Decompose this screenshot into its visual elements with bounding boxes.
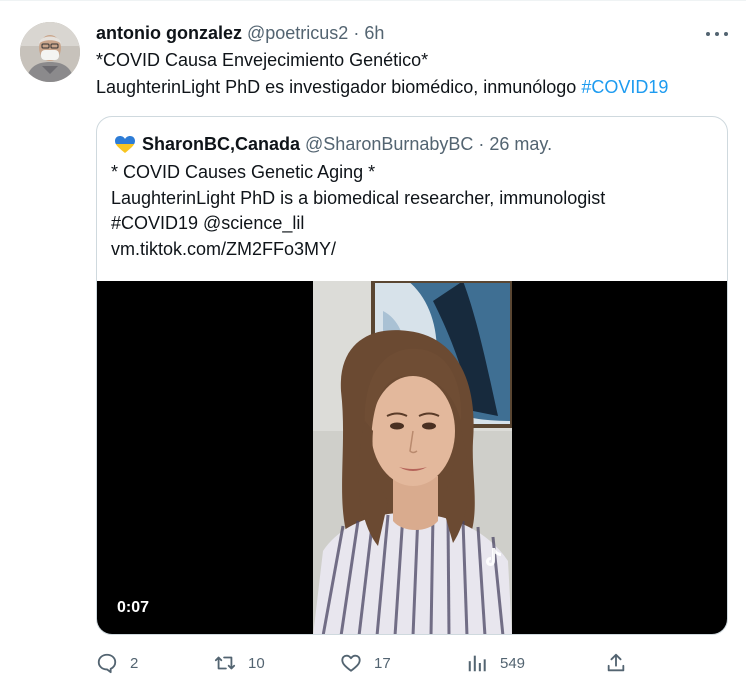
author-name[interactable]: antonio gonzalez [96, 19, 242, 47]
like-count: 17 [374, 654, 391, 672]
share-button[interactable] [605, 652, 639, 674]
retweet-icon [214, 656, 236, 670]
hashtag-link[interactable]: #COVID19 [581, 77, 668, 97]
views-count: 549 [500, 654, 526, 672]
quoted-text-line: LaughterinLight PhD is a biomedical rese… [111, 187, 606, 208]
quoted-author-handle[interactable]: @SharonBurnabyBC [305, 131, 473, 157]
retweet-button[interactable]: 10 [214, 652, 265, 674]
quoted-tweet[interactable]: SharonBC,Canada @SharonBurnabyBC · 26 ma… [96, 116, 728, 635]
tweet-timestamp[interactable]: 6h [364, 19, 384, 47]
analytics-bar-chart-icon [468, 655, 486, 672]
video-duration: 0:07 [117, 599, 150, 616]
quoted-text-link[interactable]: vm.tiktok.com/ZM2FFo3MY/ [111, 237, 711, 263]
video-thumbnail [313, 281, 512, 634]
more-options-icon[interactable] [706, 25, 728, 43]
author-handle[interactable]: @poetricus2 [247, 19, 348, 47]
tweet-text-line: *COVID Causa Envejecimiento Genético* [96, 50, 429, 70]
heart-icon [341, 654, 361, 672]
reply-count: 2 [130, 654, 139, 672]
like-button[interactable]: 17 [340, 652, 391, 674]
separator-dot: · [353, 23, 360, 43]
quoted-text-line: * COVID Causes Genetic Aging * [111, 162, 376, 182]
blue-yellow-heart-icon [115, 135, 135, 153]
quoted-author-name[interactable]: SharonBC,Canada [142, 131, 300, 157]
quoted-tweet-timestamp[interactable]: 26 may. [489, 131, 552, 157]
quoted-tweet-header: SharonBC,Canada @SharonBurnabyBC · 26 ma… [115, 131, 552, 157]
tweet-text: *COVID Causa Envejecimiento Genético* La… [96, 47, 726, 101]
reply-button[interactable]: 2 [96, 652, 138, 674]
tweet[interactable]: antonio gonzalez @poetricus2 · 6h *COVID… [0, 0, 746, 690]
separator-dot: · [478, 134, 485, 154]
share-icon [607, 653, 625, 672]
tweet-text-line: LaughterinLight PhD es investigador biom… [96, 74, 726, 101]
tiktok-logo-icon [483, 546, 505, 575]
retweet-count: 10 [248, 654, 265, 672]
tweet-actions: 2 10 17 549 [96, 652, 656, 678]
quoted-text-line: #COVID19 @science_lil [111, 213, 305, 233]
tweet-text-segment: LaughterinLight PhD es investigador biom… [96, 77, 582, 97]
avatar[interactable] [20, 22, 80, 82]
reply-icon [97, 653, 117, 674]
tweet-content: antonio gonzalez @poetricus2 · 6h *COVID… [96, 19, 726, 101]
video-player[interactable]: 0:07 [97, 281, 727, 634]
views-button[interactable]: 549 [466, 652, 525, 674]
tweet-header: antonio gonzalez @poetricus2 · 6h [96, 19, 726, 47]
quoted-tweet-text: * COVID Causes Genetic Aging * Laughteri… [111, 160, 711, 262]
